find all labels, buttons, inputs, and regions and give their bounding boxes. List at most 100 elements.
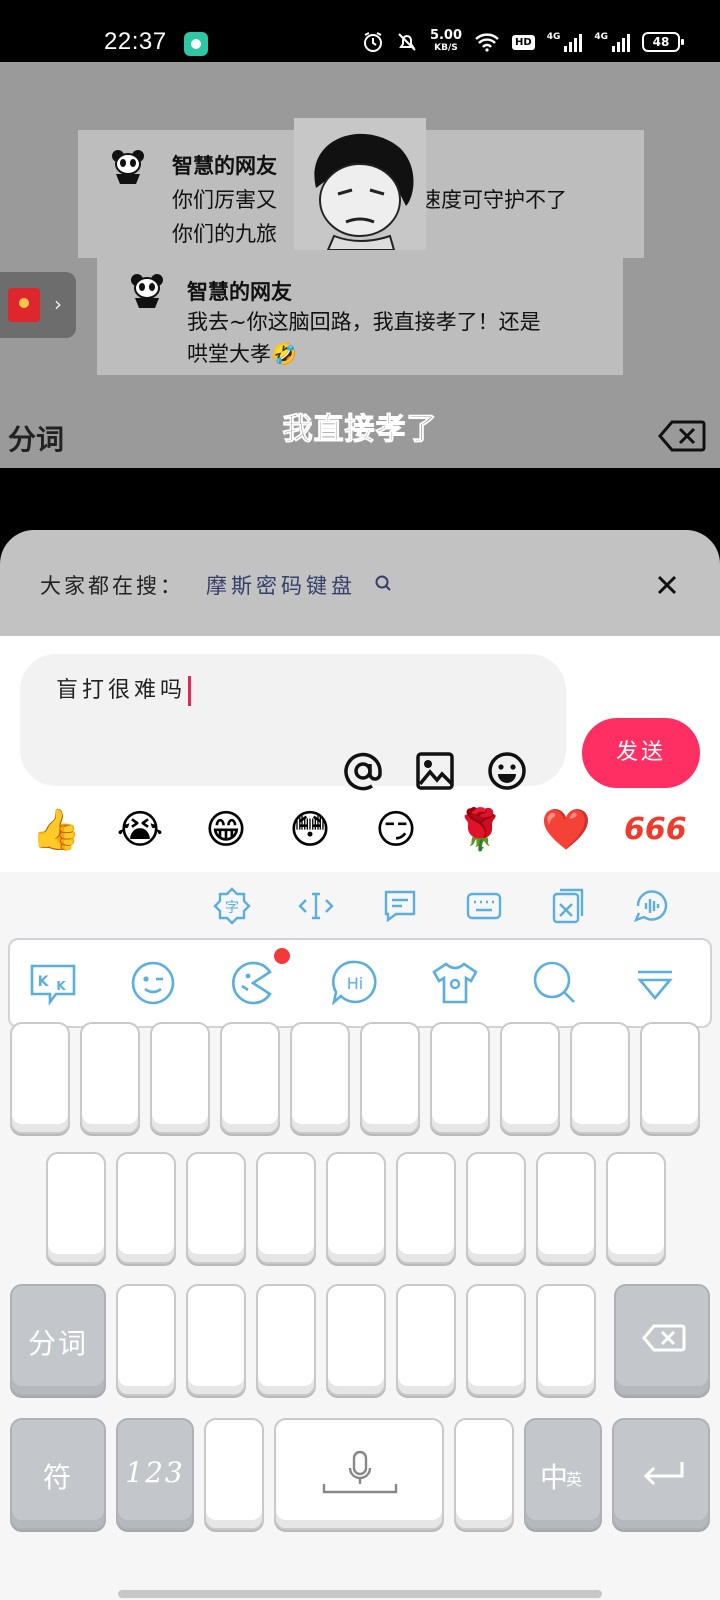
comment-text: 速度可守护不了 (420, 188, 567, 212)
letter-key[interactable] (116, 1284, 176, 1396)
letter-key[interactable] (500, 1022, 560, 1134)
letter-key[interactable] (640, 1022, 700, 1134)
letter-key[interactable] (186, 1284, 246, 1396)
red-packet-button[interactable]: › (0, 272, 76, 338)
notification-dot (274, 948, 290, 964)
collapse-keyboard-icon[interactable] (630, 958, 680, 1008)
status-bar: 22:37 5.00 KB/S HD 4G 4G 48 (0, 0, 720, 62)
emoji-panel-icon[interactable] (128, 958, 178, 1008)
skin-theme-icon[interactable] (430, 958, 480, 1008)
letter-key[interactable] (116, 1152, 176, 1264)
letter-key[interactable] (256, 1284, 316, 1396)
search-hint-label: 大家都在搜： (40, 574, 184, 598)
letter-key[interactable] (46, 1152, 106, 1264)
backspace-key[interactable] (614, 1284, 710, 1396)
letter-key[interactable] (360, 1022, 420, 1134)
microphone-icon (322, 1450, 398, 1494)
grinning-emoji[interactable]: 😁 (200, 804, 252, 856)
hi-greeting-icon[interactable]: Hi (330, 958, 380, 1008)
number-key[interactable]: 123 (116, 1418, 194, 1530)
letter-key[interactable] (10, 1022, 70, 1134)
enter-key[interactable] (612, 1418, 710, 1530)
search-icon[interactable] (374, 574, 392, 592)
emoji-icon[interactable] (486, 750, 528, 792)
quick-emoji-bar: 👍 😭 😁 😳 😏 🌹 ❤️ 666 (0, 804, 720, 866)
signal-2-icon: 4G (594, 32, 630, 52)
letter-key[interactable] (430, 1022, 490, 1134)
letter-key[interactable] (326, 1152, 386, 1264)
flushed-emoji[interactable]: 😳 (284, 804, 336, 856)
letter-key[interactable] (536, 1284, 596, 1396)
crying-emoji[interactable]: 😭 (114, 804, 166, 856)
letter-key[interactable] (570, 1022, 630, 1134)
quick-phrase-icon[interactable] (380, 886, 420, 926)
wifi-icon (475, 33, 499, 52)
segment-key-label: 分词 (27, 1327, 88, 1360)
letter-key[interactable] (326, 1284, 386, 1396)
panda-avatar-icon (131, 274, 163, 308)
text-caret (188, 676, 192, 706)
letter-key[interactable] (220, 1022, 280, 1134)
search-suggestion-bar[interactable]: 大家都在搜： 摩斯密码键盘 (0, 530, 720, 640)
smirk-emoji[interactable]: 😏 (370, 804, 422, 856)
letter-key[interactable] (256, 1152, 316, 1264)
backspace-icon (642, 1324, 686, 1352)
video-player[interactable]: 智慧的网友 你们厉害又 速度可守护不了 你们的九旅 智慧的网友 我去~你这脑回路… (0, 62, 720, 468)
text-style-icon[interactable]: 字 (212, 886, 252, 926)
image-icon[interactable] (414, 750, 456, 792)
comment-input[interactable]: 盲打很难吗 (20, 654, 566, 791)
svg-text:K: K (56, 979, 66, 993)
mute-bell-icon (398, 33, 416, 51)
heart-emoji[interactable]: ❤️ (540, 804, 592, 856)
segment-key[interactable]: 分词 (10, 1284, 106, 1396)
send-button[interactable]: 发送 (582, 718, 700, 788)
alarm-icon (363, 32, 382, 52)
period-key[interactable] (454, 1418, 514, 1530)
space-key[interactable] (274, 1418, 444, 1530)
comment-text: 我去~你这脑回路，我直接孝了！还是 (187, 310, 541, 334)
backspace-icon (658, 420, 706, 452)
letter-key[interactable] (80, 1022, 140, 1134)
search-hint-keyword[interactable]: 摩斯密码键盘 (206, 570, 356, 600)
mention-icon[interactable] (342, 750, 384, 792)
meme-sticker-image (294, 118, 426, 250)
clipboard-icon[interactable] (548, 886, 588, 926)
letter-key[interactable] (466, 1152, 526, 1264)
letter-key[interactable] (150, 1022, 210, 1134)
status-time: 22:37 (104, 28, 167, 55)
keyboard-icon[interactable] (464, 886, 504, 926)
svg-text:字: 字 (225, 900, 239, 916)
close-icon[interactable] (654, 572, 680, 598)
lang-key-sub-label: 英 (565, 1470, 584, 1489)
search-icon[interactable] (530, 958, 580, 1008)
rose-emoji[interactable]: 🌹 (454, 804, 506, 856)
cursor-move-icon[interactable] (296, 886, 336, 926)
panda-avatar-icon (112, 150, 144, 184)
letter-key[interactable] (606, 1152, 666, 1264)
voice-wave-icon[interactable] (632, 886, 672, 926)
666-emoji[interactable]: 666 (624, 804, 687, 856)
thumbs-up-emoji[interactable]: 👍 (30, 804, 82, 856)
language-switch-key[interactable]: 中 英 (524, 1418, 602, 1530)
enter-icon (643, 1462, 684, 1486)
hd-voice-badge: HD (512, 34, 535, 50)
comment-user: 智慧的网友 (187, 280, 292, 304)
sticker-icon[interactable] (228, 958, 278, 1008)
comment-input-text[interactable]: 盲打很难吗 (56, 672, 192, 706)
kk-keyboard-icon[interactable]: KK (28, 958, 78, 1008)
comment-text: 你们的九旅 (172, 222, 277, 246)
letter-key[interactable] (396, 1284, 456, 1396)
svg-text:K: K (38, 974, 50, 990)
letter-key[interactable] (290, 1022, 350, 1134)
letter-key[interactable] (536, 1152, 596, 1264)
signal-1-icon: 4G (547, 32, 583, 52)
laughing-emoji: 🤣 (271, 342, 298, 366)
comma-key[interactable] (204, 1418, 264, 1530)
gesture-home-bar[interactable] (118, 1590, 602, 1598)
symbol-key[interactable]: 符 (10, 1418, 106, 1530)
letter-key[interactable] (466, 1284, 526, 1396)
letter-key[interactable] (186, 1152, 246, 1264)
letter-key[interactable] (396, 1152, 456, 1264)
comment-composer: 盲打很难吗 发送 👍 😭 😁 😳 😏 🌹 ❤️ 666 (0, 636, 720, 872)
comment-card: 智慧的网友 我去~你这脑回路，我直接孝了！还是 哄堂大孝 🤣 (97, 258, 623, 375)
